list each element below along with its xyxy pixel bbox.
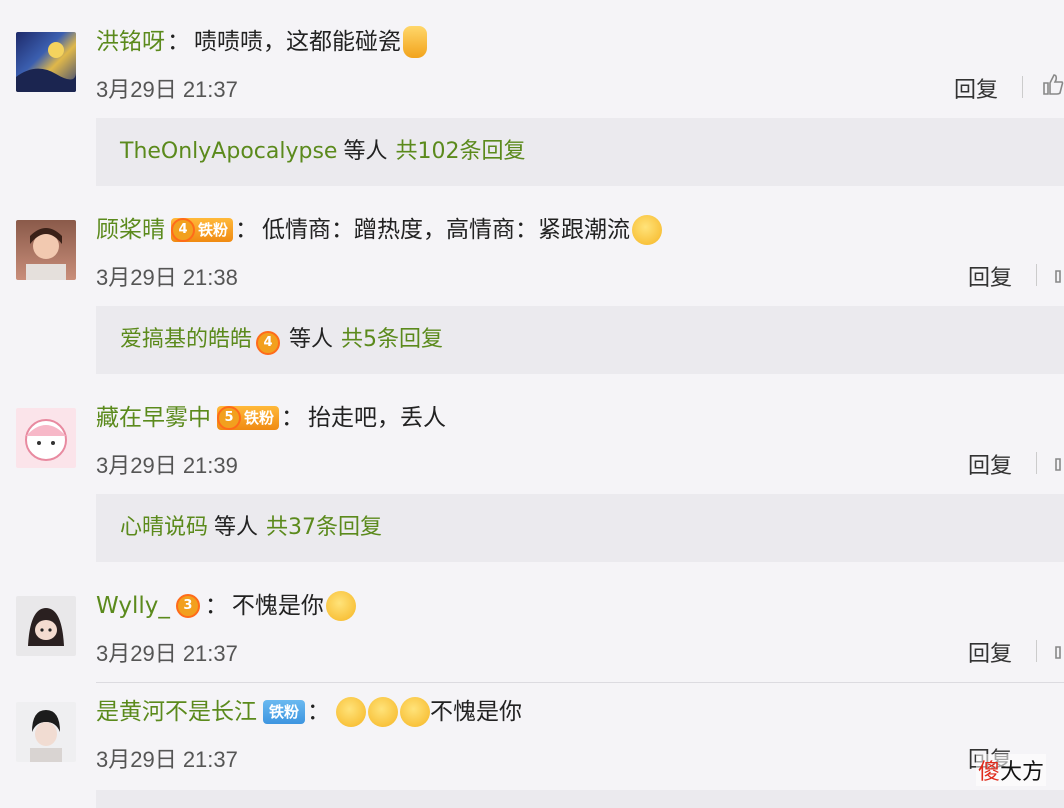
reply-button[interactable]: 回复 — [968, 260, 1012, 292]
divider — [1022, 76, 1023, 98]
crown-icon: 4 — [171, 218, 195, 242]
thread-count[interactable]: 共37条回复 — [266, 515, 382, 540]
reply-button[interactable]: 回复 — [968, 636, 1012, 668]
reply-thread[interactable]: 心晴说码 等人 共37条回复 — [96, 494, 1064, 562]
avatar-image — [16, 42, 76, 92]
reply-button[interactable]: 回复 — [954, 72, 998, 104]
reply-button[interactable]: 回复 — [968, 448, 1012, 480]
username[interactable]: 洪铭呀 — [96, 22, 165, 62]
avatar-image — [28, 608, 64, 646]
like-icon[interactable] — [1054, 260, 1064, 289]
thread-etc: 等人 — [214, 515, 259, 540]
fan-badge-label: 铁粉 — [244, 409, 275, 427]
username[interactable]: 是黄河不是长江 — [96, 692, 257, 732]
divider — [96, 682, 1064, 683]
avatar[interactable] — [16, 408, 76, 468]
crown-icon: 3 — [175, 594, 200, 618]
watermark-red-text: 傻 — [977, 760, 1000, 785]
comment-text: 不愧是你 — [430, 699, 523, 725]
like-icon[interactable] — [1042, 72, 1064, 101]
reply-thread[interactable]: 爱搞基的皓皓 4 等人 共5条回复 — [96, 306, 1064, 374]
divider — [1036, 264, 1037, 286]
colon: ： — [204, 593, 228, 619]
thread-etc: 等人 — [343, 139, 388, 164]
comment-text: 啧啧啧，这都能碰瓷 — [194, 29, 401, 55]
avatar-image — [25, 419, 67, 461]
doge-face-icon — [368, 697, 399, 727]
fan-badge-label: 铁粉 — [198, 221, 229, 239]
colon: ： — [281, 405, 305, 431]
fan-badge[interactable]: 4 铁粉 — [171, 218, 234, 242]
watermark: 傻大方 — [975, 754, 1046, 786]
comment-text: 抬走吧，丢人 — [308, 405, 447, 431]
avatar[interactable] — [16, 702, 76, 762]
fan-badge[interactable]: 3 — [175, 594, 203, 618]
crown-icon: 5 — [217, 406, 241, 430]
comment-text: 不愧是你 — [231, 593, 324, 619]
username[interactable]: Wylly_ — [96, 586, 170, 626]
timestamp: 3月29日 21:37 — [96, 641, 238, 666]
fan-badge[interactable]: 铁粉 — [263, 700, 306, 724]
like-icon[interactable] — [1054, 636, 1064, 665]
divider — [1036, 640, 1037, 662]
doge-face-icon — [325, 591, 356, 621]
doge-face-icon — [400, 697, 431, 727]
like-icon[interactable] — [1054, 448, 1064, 477]
fan-badge[interactable]: 4 — [256, 331, 283, 355]
timestamp: 3月29日 21:39 — [96, 453, 238, 478]
thumbs-up-icon — [403, 26, 427, 58]
smirk-face-icon — [632, 215, 663, 245]
avatar[interactable] — [16, 32, 76, 92]
thread-username[interactable]: 爱搞基的皓皓 — [120, 327, 252, 352]
fan-badge[interactable]: 5 铁粉 — [217, 406, 280, 430]
reply-thread[interactable]: TheOnlyApocalypse 等人 共102条回复 — [96, 118, 1064, 186]
watermark-text: 大方 — [999, 760, 1044, 785]
avatar-image — [26, 228, 66, 280]
comment-text: 低情商：蹭热度，高情商：紧跟潮流 — [262, 217, 631, 243]
fan-badge-label: 铁粉 — [269, 703, 300, 721]
crown-icon: 4 — [256, 331, 281, 355]
thread-count[interactable]: 共5条回复 — [341, 327, 443, 352]
colon: ： — [307, 699, 331, 725]
thread-etc: 等人 — [289, 327, 334, 352]
username[interactable]: 顾桨晴 — [96, 210, 165, 250]
timestamp: 3月29日 21:37 — [96, 77, 238, 102]
avatar[interactable] — [16, 596, 76, 656]
thread-username[interactable]: 心晴说码 — [120, 515, 208, 540]
timestamp: 3月29日 21:38 — [96, 265, 238, 290]
divider — [1036, 452, 1037, 474]
reply-thread[interactable] — [96, 790, 1064, 808]
avatar[interactable] — [16, 220, 76, 280]
doge-face-icon — [336, 697, 367, 727]
thread-username[interactable]: TheOnlyApocalypse — [120, 139, 337, 164]
colon: ： — [167, 29, 190, 55]
username[interactable]: 藏在早雾中 — [96, 398, 211, 438]
thread-count[interactable]: 共102条回复 — [395, 139, 525, 164]
avatar-image — [30, 710, 62, 762]
colon: ： — [235, 217, 259, 243]
timestamp: 3月29日 21:37 — [96, 747, 238, 772]
